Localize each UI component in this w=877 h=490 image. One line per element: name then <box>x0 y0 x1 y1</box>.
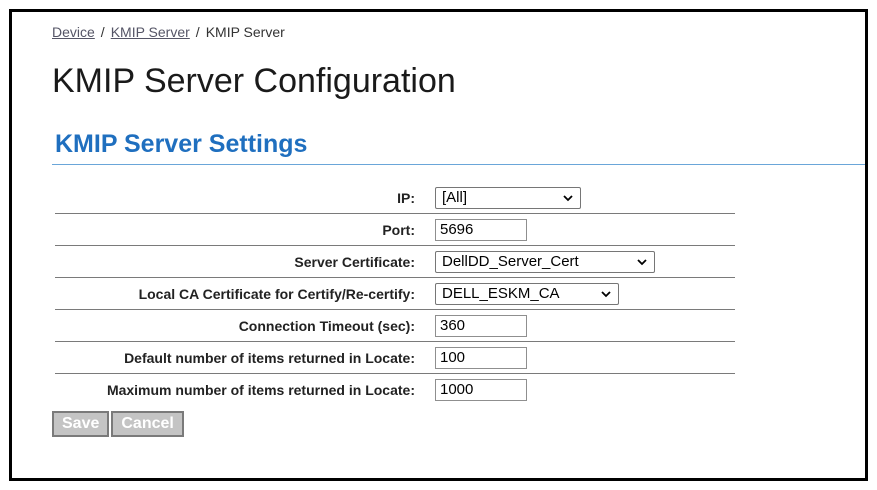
breadcrumb-separator: / <box>195 24 200 40</box>
connection-timeout-row: Connection Timeout (sec): <box>55 309 735 342</box>
local-ca-certificate-select[interactable]: DELL_ESKM_CA <box>435 282 619 305</box>
section-title: KMIP Server Settings <box>55 130 308 158</box>
max-items-locate-row: Maximum number of items returned in Loca… <box>55 374 735 406</box>
default-items-locate-row: Default number of items returned in Loca… <box>55 341 735 374</box>
port-input[interactable] <box>435 218 527 241</box>
ip-label: IP: <box>55 182 435 214</box>
breadcrumb-kmip-server-link[interactable]: KMIP Server <box>111 24 190 40</box>
local-ca-certificate-label: Local CA Certificate for Certify/Re-cert… <box>55 277 435 310</box>
server-certificate-selected-value: DellDD_Server_Cert <box>442 253 579 270</box>
ip-select[interactable]: [All] <box>435 186 581 209</box>
breadcrumb-current: KMIP Server <box>205 24 285 40</box>
max-items-locate-field-cell <box>435 374 735 406</box>
chevron-down-icon <box>563 194 573 201</box>
port-row: Port: <box>55 213 735 246</box>
port-label: Port: <box>55 213 435 246</box>
connection-timeout-field-cell <box>435 309 735 342</box>
default-items-locate-field-cell <box>435 341 735 374</box>
section-divider <box>52 164 865 165</box>
port-field-cell <box>435 213 735 246</box>
ip-row: IP: [All] <box>55 182 735 214</box>
connection-timeout-label: Connection Timeout (sec): <box>55 309 435 342</box>
settings-table: IP: [All] Port: Server Certificate: Dell… <box>55 182 735 405</box>
max-items-locate-label: Maximum number of items returned in Loca… <box>106 381 415 398</box>
ip-field-cell: [All] <box>435 182 735 214</box>
server-certificate-field-cell: DellDD_Server_Cert <box>435 245 735 278</box>
server-certificate-row: Server Certificate: DellDD_Server_Cert <box>55 245 735 278</box>
local-ca-certificate-row: Local CA Certificate for Certify/Re-cert… <box>55 277 735 310</box>
server-certificate-select[interactable]: DellDD_Server_Cert <box>435 250 655 273</box>
default-items-locate-input[interactable] <box>435 346 527 369</box>
breadcrumb-device-link[interactable]: Device <box>52 24 95 40</box>
form-buttons: Save Cancel <box>52 411 186 437</box>
breadcrumb: Device / KMIP Server / KMIP Server <box>52 24 285 40</box>
chevron-down-icon <box>637 258 647 265</box>
chevron-down-icon <box>601 290 611 297</box>
connection-timeout-input[interactable] <box>435 314 527 337</box>
local-ca-certificate-field-cell: DELL_ESKM_CA <box>435 277 735 310</box>
app-window: Device / KMIP Server / KMIP Server KMIP Serv… <box>9 9 868 481</box>
local-ca-certificate-selected-value: DELL_ESKM_CA <box>442 285 560 302</box>
server-certificate-label: Server Certificate: <box>55 245 435 278</box>
max-items-locate-input[interactable] <box>435 378 527 401</box>
default-items-locate-label: Default number of items returned in Loca… <box>55 341 435 374</box>
save-button[interactable]: Save <box>52 411 110 437</box>
page-title: KMIP Server Configuration <box>52 62 456 100</box>
ip-selected-value: [All] <box>442 189 468 206</box>
cancel-button[interactable]: Cancel <box>111 411 184 437</box>
breadcrumb-separator: / <box>100 24 105 40</box>
